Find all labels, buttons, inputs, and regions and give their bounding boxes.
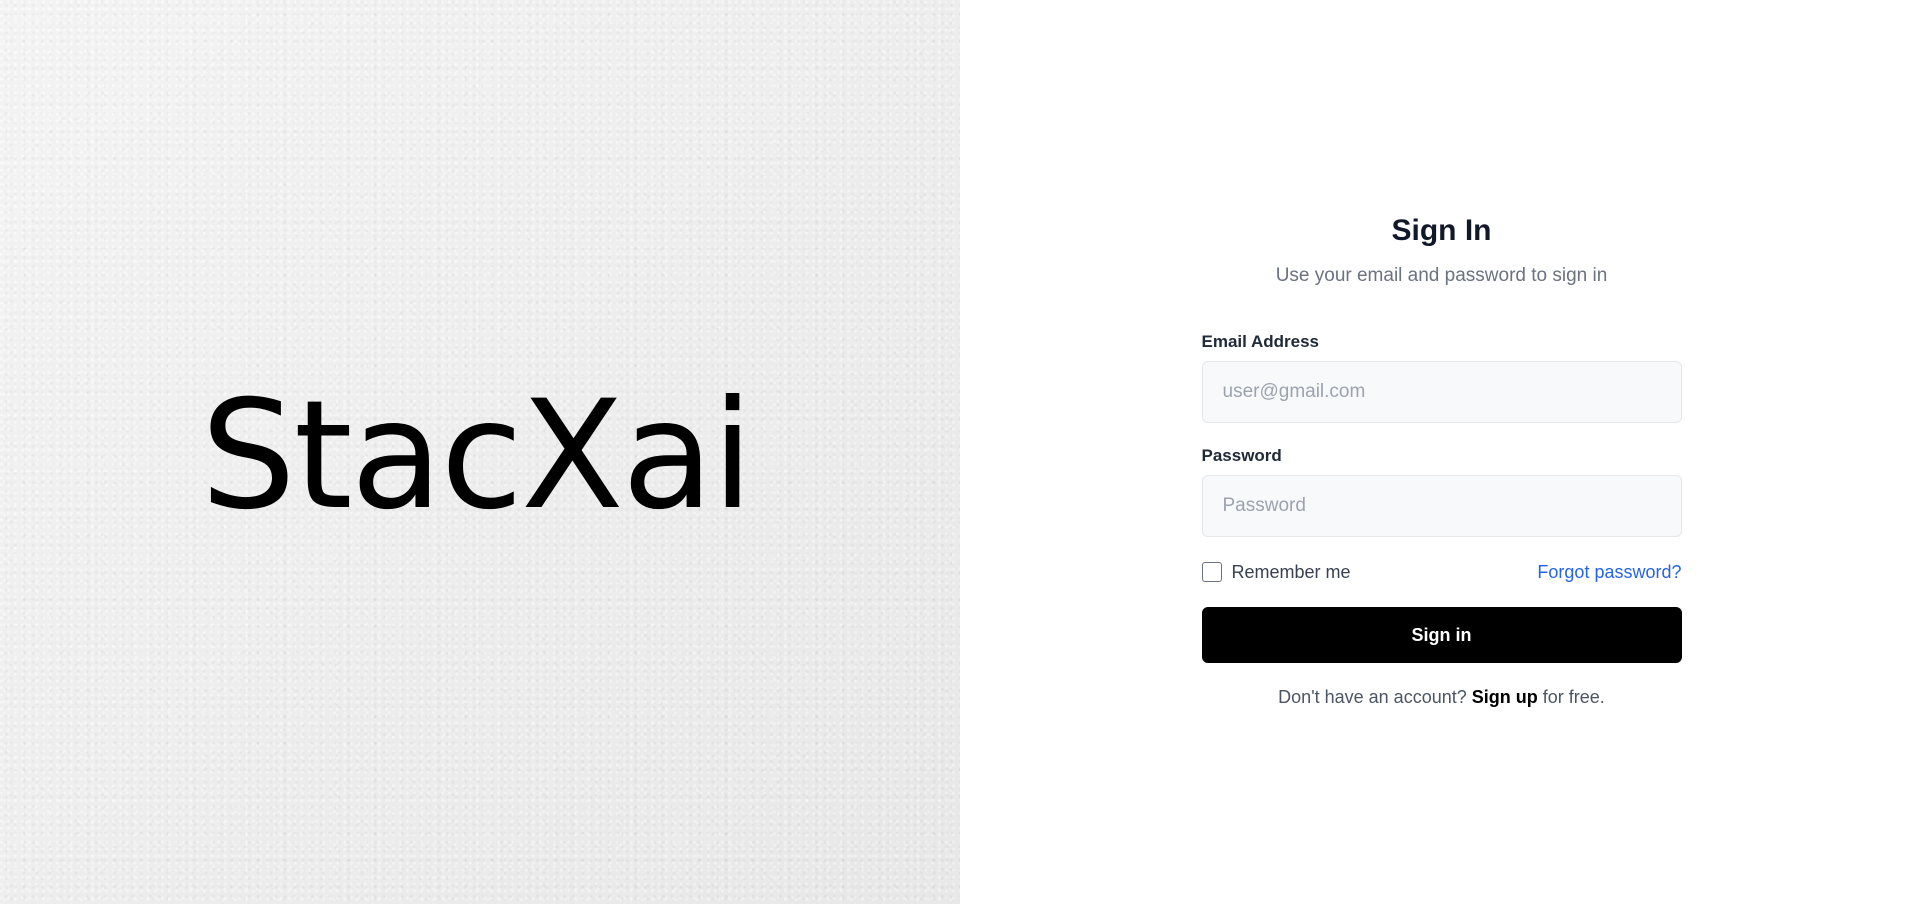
page-title: Sign In xyxy=(1391,214,1492,247)
page-subtitle: Use your email and password to sign in xyxy=(1275,265,1608,286)
signup-suffix: for free. xyxy=(1542,687,1605,707)
brand-logo: StacXai xyxy=(200,369,754,543)
email-field-group: Email Address xyxy=(1201,331,1682,423)
sign-in-button[interactable]: Sign in xyxy=(1201,607,1682,663)
options-row: Remember me Forgot password? xyxy=(1201,559,1682,585)
sign-up-link[interactable]: Sign up xyxy=(1472,687,1538,707)
password-label: Password xyxy=(1201,446,1282,465)
email-label: Email Address xyxy=(1201,332,1319,351)
signup-prompt: Don't have an account? Sign up for free. xyxy=(1202,687,1682,708)
auth-panel: Sign In Use your email and password to s… xyxy=(960,0,1919,904)
remember-me: Remember me xyxy=(1201,562,1351,583)
email-input[interactable] xyxy=(1201,361,1682,423)
sign-in-form: Sign In Use your email and password to s… xyxy=(1201,211,1682,904)
password-input[interactable] xyxy=(1201,475,1682,537)
forgot-password-link[interactable]: Forgot password? xyxy=(1537,562,1681,583)
password-field-group: Password xyxy=(1201,445,1682,537)
sign-in-page: StacXai Sign In Use your email and passw… xyxy=(0,0,1919,904)
signup-prefix: Don't have an account? xyxy=(1278,687,1467,707)
remember-me-label[interactable]: Remember me xyxy=(1232,562,1351,583)
remember-me-checkbox[interactable] xyxy=(1201,562,1222,582)
brand-panel: StacXai xyxy=(0,0,960,904)
